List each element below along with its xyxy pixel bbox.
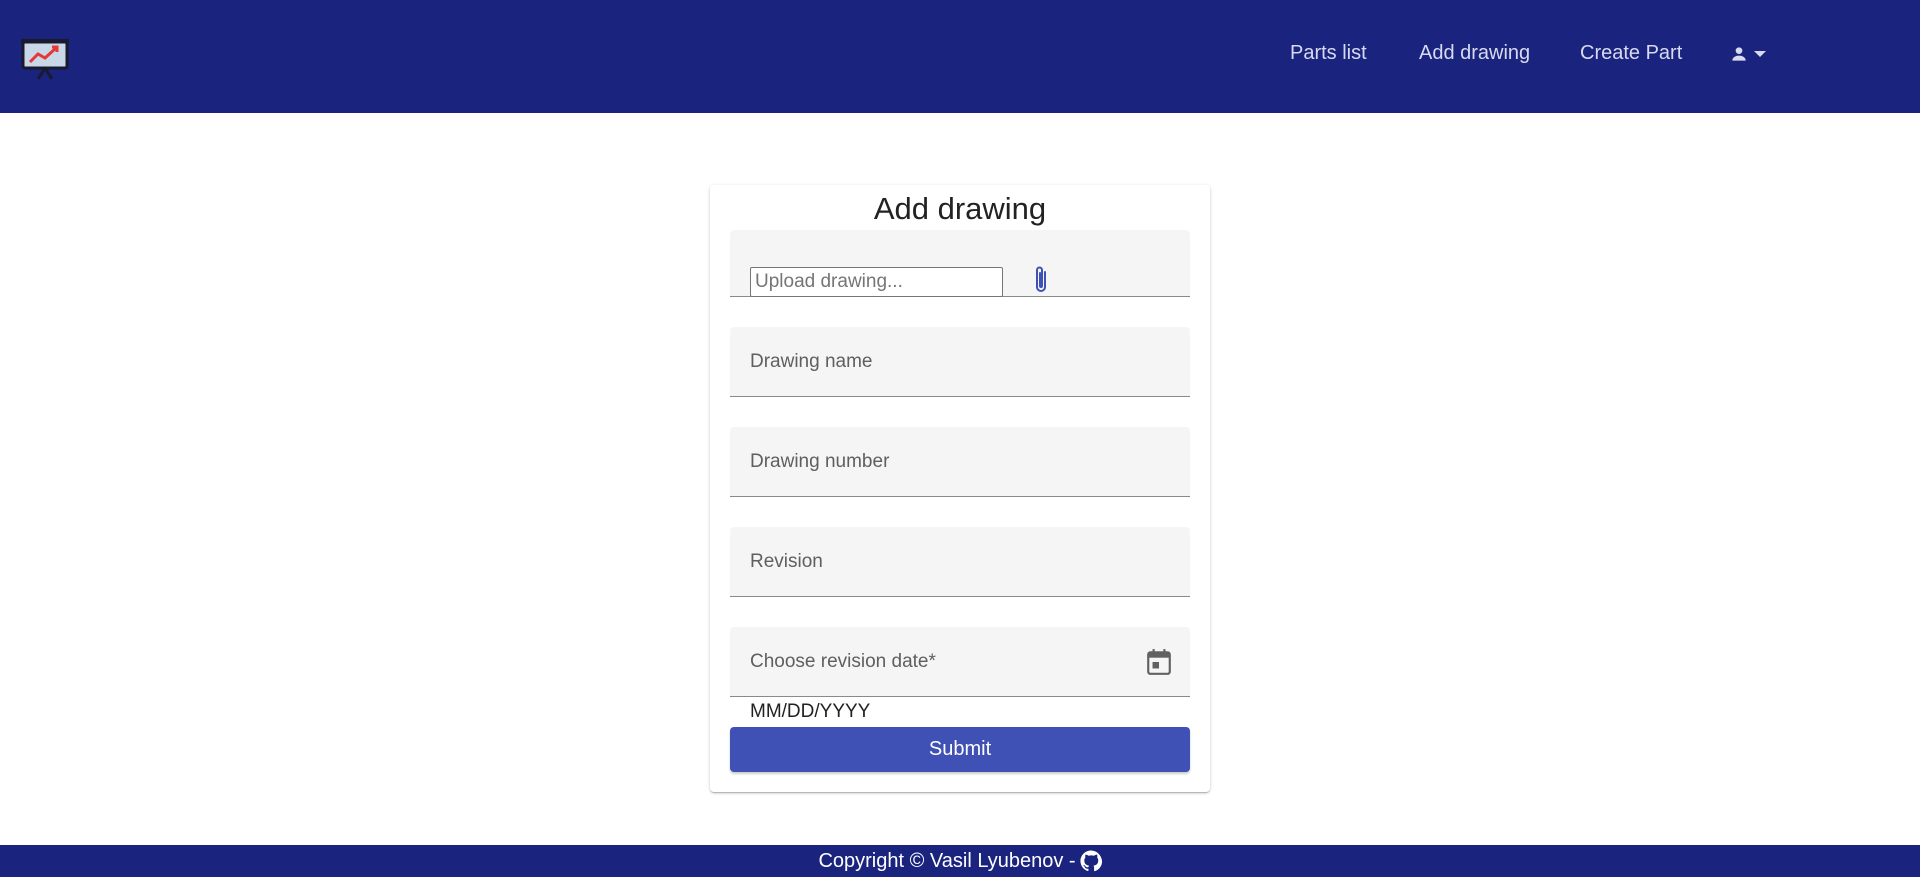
add-drawing-form: Add drawing Drawing name Drawing number … — [710, 185, 1210, 792]
caret-down-icon — [1754, 51, 1766, 57]
drawing-name-label: Drawing name — [750, 351, 873, 372]
revision-date-label: Choose revision date* — [750, 651, 936, 672]
top-navbar: Parts list Add drawing Create Part — [0, 0, 1920, 113]
github-icon[interactable] — [1080, 850, 1102, 872]
drawing-number-label: Drawing number — [750, 451, 890, 472]
paperclip-icon[interactable] — [1030, 264, 1052, 296]
revision-label: Revision — [750, 551, 823, 572]
form-title: Add drawing — [873, 191, 1047, 226]
nav-parts-list[interactable]: Parts list — [1290, 42, 1367, 65]
upload-drawing-input[interactable] — [750, 267, 1003, 297]
person-icon — [1732, 47, 1746, 61]
date-format-hint: MM/DD/YYYY — [750, 701, 871, 722]
user-menu-button[interactable] — [1729, 42, 1771, 66]
copyright-text: Copyright © Vasil Lyubenov - — [818, 849, 1076, 872]
nav-add-drawing[interactable]: Add drawing — [1419, 42, 1530, 65]
revision-date-field[interactable]: Choose revision date* — [730, 627, 1190, 697]
presentation-chart-icon[interactable] — [20, 32, 70, 82]
nav-create-part[interactable]: Create Part — [1580, 42, 1682, 65]
calendar-icon[interactable] — [1146, 648, 1172, 676]
drawing-number-field[interactable]: Drawing number — [730, 427, 1190, 497]
submit-button[interactable]: Submit — [730, 727, 1190, 772]
upload-field — [730, 230, 1190, 297]
drawing-name-field[interactable]: Drawing name — [730, 327, 1190, 397]
footer: Copyright © Vasil Lyubenov - — [0, 845, 1920, 877]
revision-field[interactable]: Revision — [730, 527, 1190, 597]
